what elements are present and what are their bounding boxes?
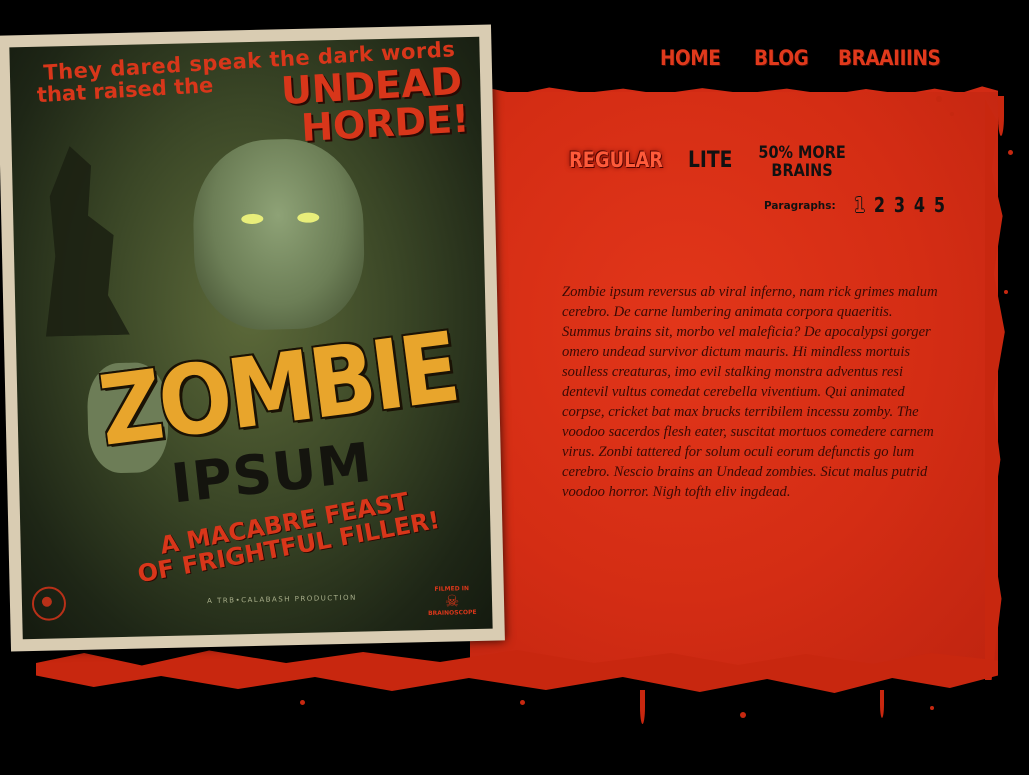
paragraph-count-option[interactable]: 1 <box>854 193 866 217</box>
poster-credit: A TRB•CALABASH PRODUCTION <box>207 593 357 606</box>
nav-home-link[interactable]: HOME <box>660 46 722 70</box>
blood-speck <box>300 700 305 705</box>
poster-headline-horde: HORDE! <box>300 96 471 151</box>
seal-icon <box>31 586 67 622</box>
paragraph-count-option[interactable]: 5 <box>934 193 946 217</box>
paragraph-count-option[interactable]: 3 <box>894 193 906 217</box>
zombie-eye <box>297 212 320 223</box>
poster-headline: They dared speak the dark words that rai… <box>29 37 471 150</box>
paragraph-count-option[interactable]: 4 <box>914 193 926 217</box>
generated-ipsum-text[interactable]: Zombie ipsum reversus ab viral inferno, … <box>562 282 940 502</box>
variant-lite-button[interactable]: LITE <box>688 148 732 173</box>
paragraph-count-selector: 1 2 3 4 5 <box>852 193 947 217</box>
blood-drip <box>990 228 996 264</box>
blood-speck <box>950 112 954 116</box>
zombie-eye <box>241 213 264 225</box>
variant-more-brains-line2: BRAINS <box>771 161 833 181</box>
blood-speck <box>936 96 942 102</box>
blood-drip <box>640 690 645 724</box>
variant-more-brains-button[interactable]: 50% MORE BRAINS <box>757 144 847 180</box>
variant-regular-button[interactable]: REGULAR <box>569 148 663 172</box>
poster-artwork: They dared speak the dark words that rai… <box>9 36 493 640</box>
blood-drip <box>880 690 884 718</box>
filmed-in-badge: FILMED IN ☠ BRAINOSCOPE <box>424 585 481 618</box>
zombie-horde-silhouette <box>41 134 186 337</box>
blood-drip <box>998 96 1004 136</box>
filmed-in-line2: BRAINOSCOPE <box>427 608 477 618</box>
blood-speck <box>1004 290 1008 294</box>
zombie-head-illustration <box>191 137 366 332</box>
paragraphs-label: Paragraphs: <box>764 199 836 212</box>
paragraph-count-option[interactable]: 2 <box>874 193 886 217</box>
blood-speck <box>1008 150 1013 155</box>
variant-more-brains-line1: 50% MORE <box>758 143 846 163</box>
skull-icon: ☠ <box>444 591 460 611</box>
blood-speck <box>520 700 525 705</box>
blood-speck <box>930 706 934 710</box>
blood-speck <box>740 712 746 718</box>
nav-braaiiins-link[interactable]: BRAAIIINS <box>838 46 941 70</box>
nav-blog-link[interactable]: BLOG <box>754 46 809 70</box>
movie-poster: They dared speak the dark words that rai… <box>0 24 505 652</box>
